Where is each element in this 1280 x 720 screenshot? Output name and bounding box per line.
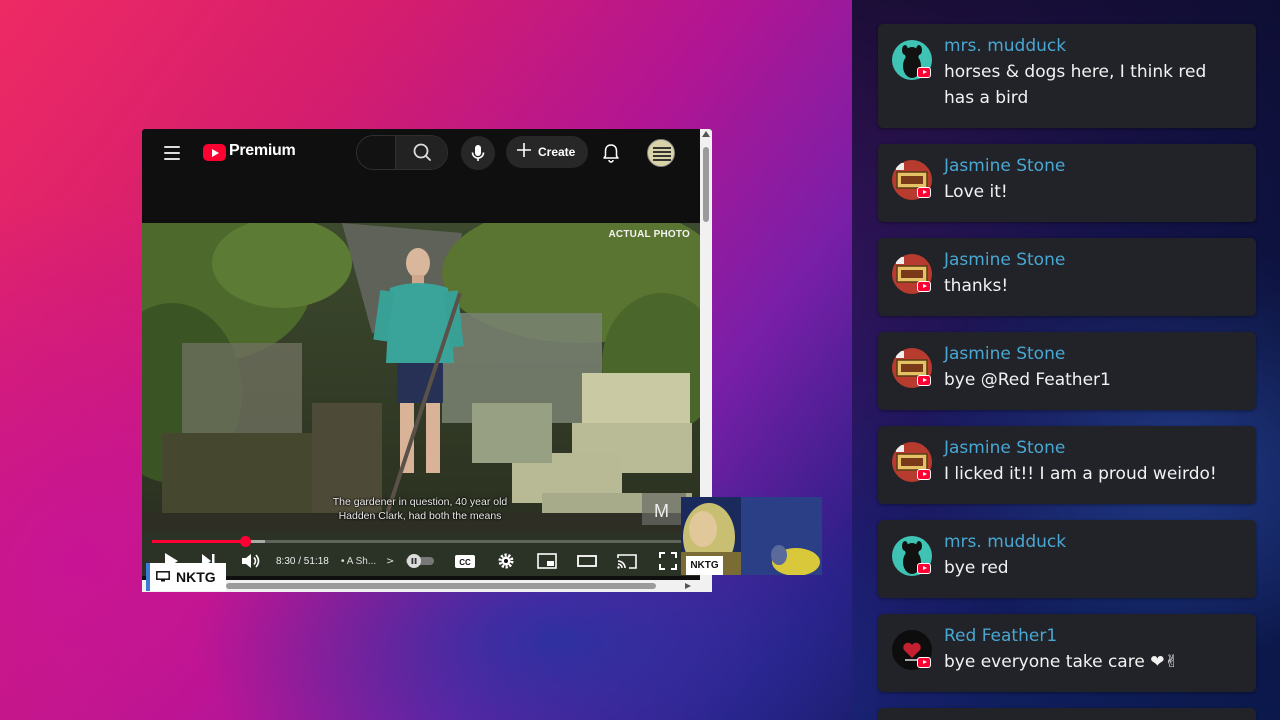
- caption-line-1: The gardener in question, 40 year old: [332, 496, 508, 508]
- nktg-cam-label: NKTG: [686, 556, 723, 575]
- chat-author[interactable]: Jasmine Stone: [944, 250, 1065, 270]
- chat-author[interactable]: Jasmine Stone: [944, 344, 1065, 364]
- channel-watermark: M: [654, 501, 669, 521]
- create-label: Create: [538, 145, 576, 159]
- create-button[interactable]: Create: [506, 136, 588, 168]
- youtube-window: Premium Create ACTUAL PHOTO M The garden…: [142, 129, 712, 592]
- youtube-badge-icon: [917, 281, 931, 292]
- youtube-header: Premium Create: [142, 129, 700, 177]
- account-avatar[interactable]: [647, 139, 675, 167]
- caption-line-2: Hadden Clark, had both the means: [338, 510, 502, 522]
- chat-author[interactable]: Jasmine Stone: [944, 438, 1065, 458]
- video-caption: The gardener in question, 40 year old Ha…: [312, 495, 528, 523]
- actual-photo-label: ACTUAL PHOTO: [608, 229, 690, 240]
- chat-author[interactable]: mrs. mudduck: [944, 532, 1066, 552]
- miniplayer-icon[interactable]: [536, 551, 558, 571]
- youtube-badge-icon: [917, 375, 931, 386]
- youtube-badge-icon: [917, 657, 931, 668]
- theater-mode-icon[interactable]: [576, 551, 598, 571]
- volume-icon[interactable]: [240, 551, 262, 571]
- chapter-title[interactable]: • A Sh...: [341, 556, 376, 567]
- chapter-chevron-icon[interactable]: >: [386, 556, 394, 567]
- progress-played: [152, 540, 246, 543]
- nktg-overlay-label: NKTG: [146, 563, 226, 591]
- youtube-badge-icon: [917, 469, 931, 480]
- progress-bar[interactable]: [152, 536, 690, 547]
- chat-author[interactable]: Red Feather1: [944, 626, 1057, 646]
- time-display: 8:30 / 51:18: [276, 556, 329, 567]
- youtube-badge-icon: [917, 67, 931, 78]
- youtube-logo-text[interactable]: Premium: [229, 142, 296, 160]
- notifications-bell-icon[interactable]: [600, 142, 622, 164]
- monitor-icon: [156, 571, 170, 582]
- chat-message: mrs. mudduck bye red: [878, 520, 1256, 598]
- chat-message: Jasmine Stone I licked it!! I am a proud …: [878, 426, 1256, 504]
- svg-text:CC: CC: [459, 558, 471, 567]
- autoplay-toggle[interactable]: [404, 553, 436, 569]
- chat-author[interactable]: mrs. mudduck: [944, 36, 1066, 56]
- voice-search-button[interactable]: [461, 136, 495, 170]
- chat-author[interactable]: Jasmine Stone: [944, 156, 1065, 176]
- vertical-scrollbar-thumb[interactable]: [703, 147, 709, 222]
- chat-message: Jasmine Stone Love it!: [878, 144, 1256, 222]
- chat-message: Red Feather1 bye everyone take care ❤✌: [878, 614, 1256, 692]
- chat-text: horses & dogs here, I think red has a bi…: [944, 62, 1207, 108]
- chat-text: Love it!: [944, 182, 1008, 202]
- settings-gear-icon[interactable]: [496, 551, 516, 571]
- chat-message: Jasmine Stone thanks!: [878, 238, 1256, 316]
- scroll-right-arrow-icon[interactable]: [685, 583, 691, 589]
- chat-text: thanks!: [944, 276, 1009, 296]
- youtube-logo-icon[interactable]: [203, 144, 226, 161]
- menu-icon[interactable]: [164, 146, 180, 160]
- scroll-up-arrow-icon[interactable]: [702, 131, 710, 137]
- microphone-icon: [471, 145, 485, 161]
- video-player[interactable]: ACTUAL PHOTO M The gardener in question,…: [142, 223, 700, 576]
- chat-text: bye everyone take care ❤✌: [944, 652, 1179, 672]
- search-button[interactable]: [395, 136, 447, 169]
- chat-message: Jasmine Stone bye @Red Feather1: [878, 332, 1256, 410]
- captions-icon[interactable]: CC: [454, 554, 476, 569]
- chat-message: [878, 708, 1256, 720]
- cast-icon[interactable]: [616, 551, 638, 571]
- horizontal-scrollbar-thumb[interactable]: [226, 583, 656, 589]
- youtube-badge-icon: [917, 563, 931, 574]
- chat-text: bye @Red Feather1: [944, 370, 1111, 390]
- search-input[interactable]: [357, 136, 395, 169]
- chat-text: bye red: [944, 558, 1009, 578]
- chat-text: I licked it!! I am a proud weirdo!: [944, 464, 1217, 484]
- plus-icon: [517, 143, 531, 157]
- video-frame-image: [142, 223, 700, 533]
- chat-message: mrs. mudduck horses & dogs here, I think …: [878, 24, 1256, 128]
- search-icon: [413, 143, 431, 161]
- youtube-badge-icon: [917, 187, 931, 198]
- search-box: [356, 135, 448, 170]
- nktg-label-text: NKTG: [176, 569, 216, 585]
- fullscreen-icon[interactable]: [658, 551, 678, 571]
